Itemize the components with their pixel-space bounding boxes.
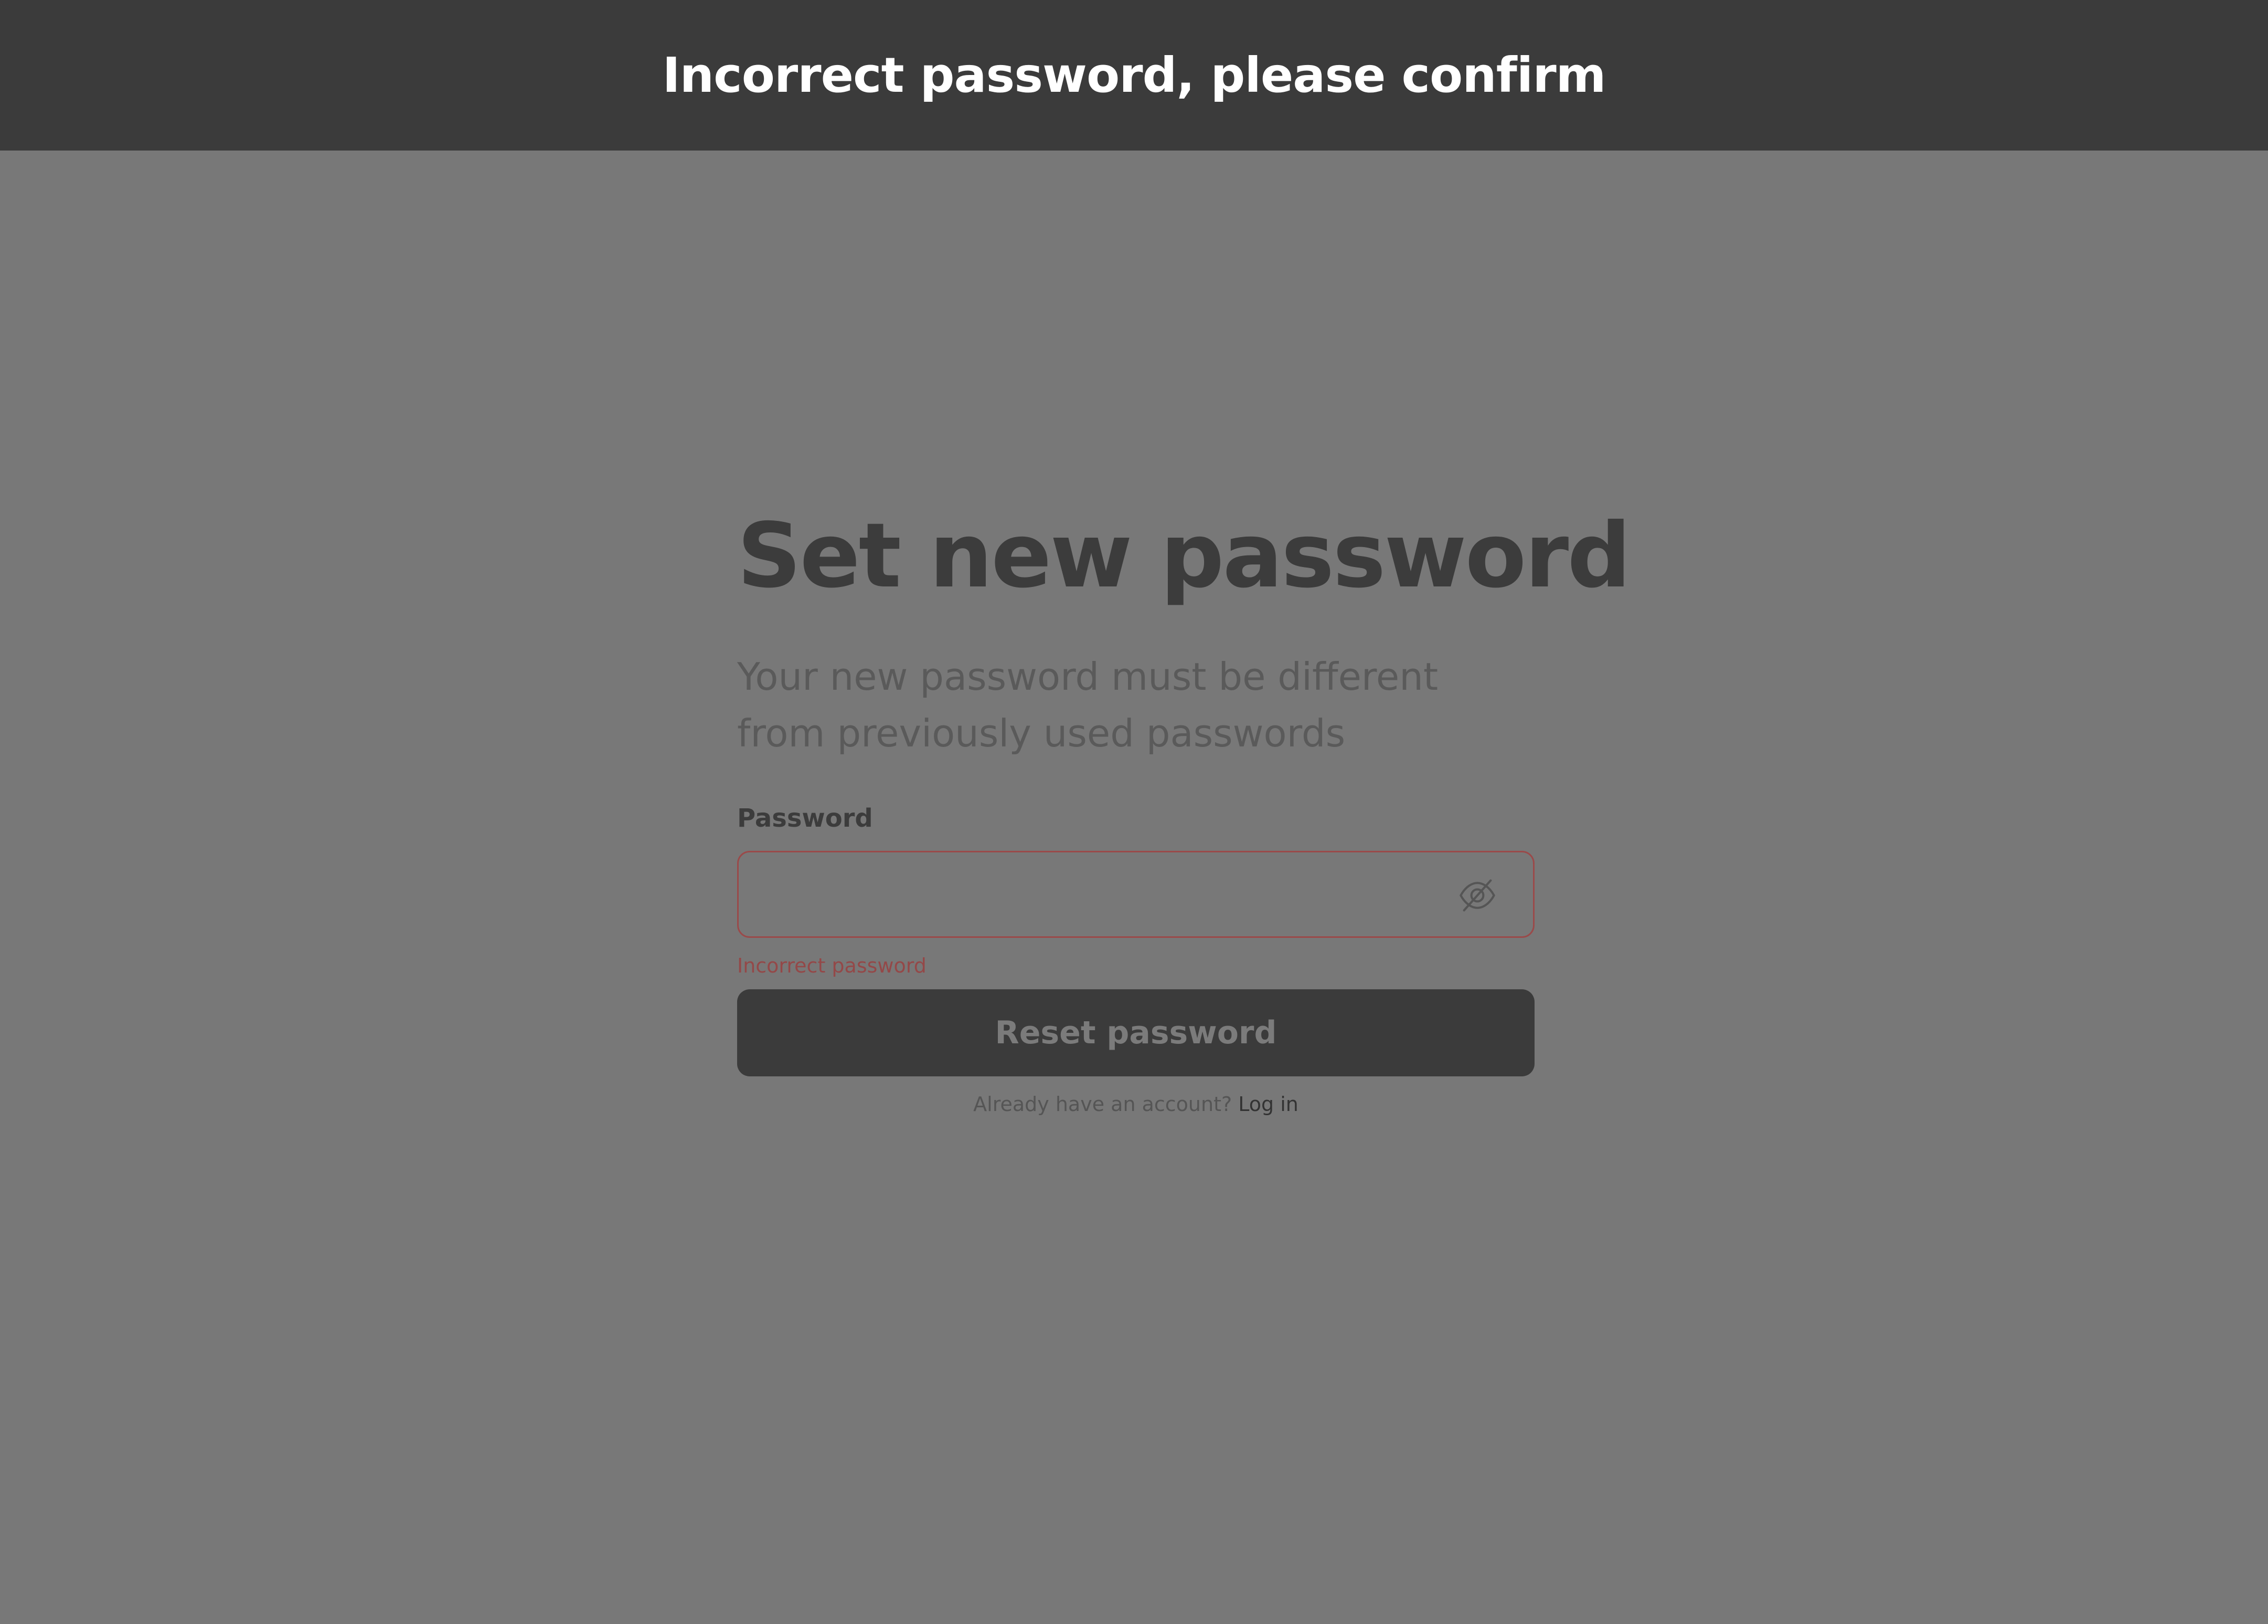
page-title: Set new password xyxy=(737,504,1631,608)
password-label: Password xyxy=(737,804,873,833)
error-banner: Incorrect password, please confirm xyxy=(0,0,2268,151)
eye-off-icon[interactable] xyxy=(1457,875,1497,915)
login-prompt-text: Already have an account? xyxy=(973,1093,1232,1116)
password-error-message: Incorrect password xyxy=(737,954,927,977)
password-field[interactable] xyxy=(737,851,1535,938)
page-subtitle: Your new password must be different from… xyxy=(737,655,1439,755)
password-input[interactable] xyxy=(754,863,1439,927)
login-link[interactable]: Log in xyxy=(1238,1093,1298,1116)
reset-password-button[interactable]: Reset password xyxy=(737,989,1535,1076)
error-banner-text: Incorrect password, please confirm xyxy=(662,47,1606,103)
login-prompt: Already have an account? Log in xyxy=(737,1090,1535,1118)
